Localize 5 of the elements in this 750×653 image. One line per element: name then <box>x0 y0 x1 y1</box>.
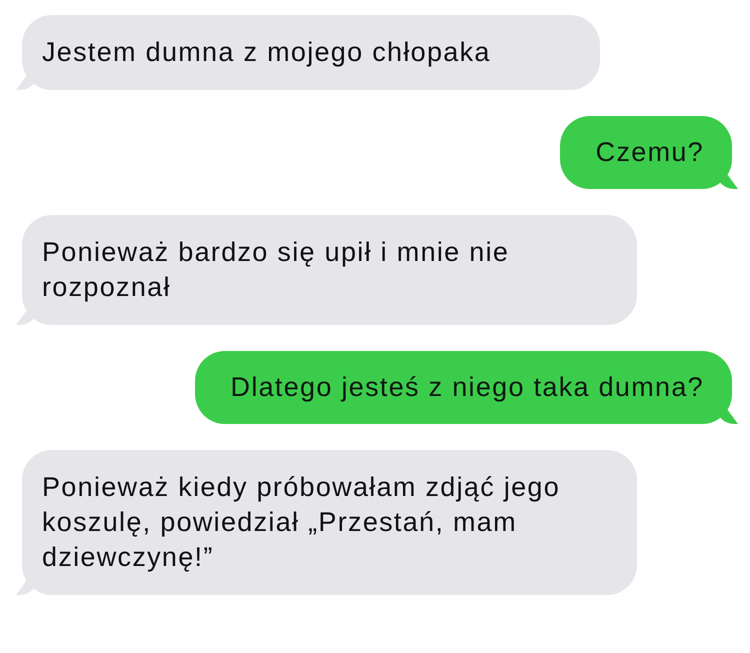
sent-message: Dlatego jesteś z niego taka dumna? <box>194 351 738 424</box>
received-message: Ponieważ bardzo się upił i mnie nie rozpoznał <box>16 215 637 325</box>
received-message: Ponieważ kiedy próbowałam zdjąć jego koszulę, powiedział „Przestań, mam dziewczynę!” <box>16 450 637 595</box>
sent-message: Czemu? <box>560 116 738 189</box>
received-message: Jestem dumna z mojego chłopaka <box>16 15 600 90</box>
